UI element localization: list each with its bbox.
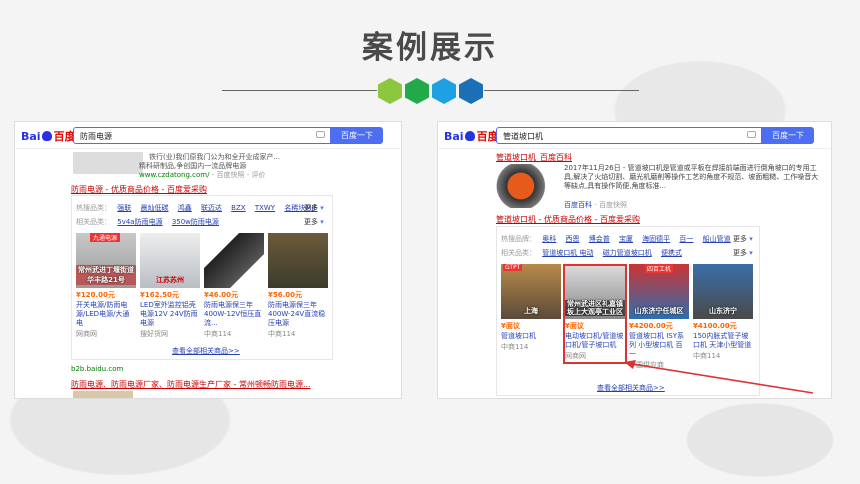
- right-screenshot-panel: Bai 百度 管道坡口机 百度一下 管道坡口机_百度百科 2017年11月26日 …: [437, 121, 832, 399]
- related-item[interactable]: 5v4a防雨电源: [117, 218, 162, 226]
- related-row: 相关品类： 管道坡口机 电动 磁力管道坡口机 便携式: [501, 249, 682, 257]
- hot-item[interactable]: 联迈达: [201, 204, 222, 212]
- product-image[interactable]: 九通电源 常州武进丁堰街道华丰路21号: [76, 233, 136, 288]
- thumbnail-image: [73, 152, 143, 174]
- baike-source[interactable]: 百度百科: [564, 201, 592, 209]
- hot-item[interactable]: 强联: [117, 204, 131, 212]
- chevron-down-icon: ▾: [749, 249, 753, 257]
- hot-item[interactable]: TXWY: [255, 204, 275, 212]
- chevron-down-icon: ▾: [320, 204, 324, 212]
- camera-icon[interactable]: [747, 131, 756, 138]
- hot-item[interactable]: 晨灿低碳: [140, 204, 168, 212]
- decoration-line-right: [484, 90, 639, 91]
- eval-link[interactable]: - 评价: [247, 171, 266, 179]
- product-card[interactable]: GTPT 上海 ¥面议 管道坡口机 中商114: [501, 264, 561, 352]
- green-hexagon-icon: [378, 78, 402, 104]
- result-title-link[interactable]: 防雨电源、防雨电源厂家、防雨电源生产厂家 - 常州顿畅防雨电源...: [71, 379, 311, 390]
- chevron-down-icon: ▾: [749, 235, 753, 243]
- search-button[interactable]: 百度一下: [331, 127, 383, 144]
- hot-item[interactable]: 船山管道: [703, 235, 731, 243]
- baidu-logo[interactable]: Bai 百度: [21, 128, 76, 144]
- baidu-logo[interactable]: Bai 百度: [444, 128, 499, 144]
- baike-snippet: 2017年11月26日 - 管道坡口机是管道或平板在焊接前端面进行倒角坡口的专用…: [564, 164, 819, 190]
- aicaigou-card: 热搜品类： 强联 晨灿低碳 鸿鑫 联迈达 BZX TXWY 名稀块MJF 更多 …: [71, 195, 333, 360]
- title-decoration: [0, 78, 860, 104]
- view-all-link[interactable]: 查看全部相关商品>>: [172, 346, 240, 356]
- result-url[interactable]: b2b.baidu.com: [71, 365, 123, 373]
- result-title-link[interactable]: 管道坡口机_百度百科: [496, 152, 572, 163]
- result-title-link[interactable]: 管道坡口机 - 优质商品价格 - 百度爱采购: [496, 214, 640, 225]
- hexagon-group: [378, 78, 483, 104]
- more-toggle[interactable]: 更多 ▾: [733, 248, 753, 258]
- hot-item[interactable]: 西恩: [565, 235, 579, 243]
- search-input[interactable]: 防雨电源: [73, 127, 331, 144]
- hot-item[interactable]: 鸿鑫: [178, 204, 192, 212]
- hot-search-row: 热搜品类： 强联 晨灿低碳 鸿鑫 联迈达 BZX TXWY 名稀块MJF: [76, 204, 318, 212]
- related-item[interactable]: 磁力管道坡口机: [603, 249, 652, 257]
- product-card[interactable]: 四百工机 山东济宁任城区 ¥4200.00元 管道坡口机 ISY系列 小型坡口机…: [629, 264, 689, 370]
- hot-item[interactable]: 博会普: [589, 235, 610, 243]
- related-item[interactable]: 管道坡口机 电动: [542, 249, 593, 257]
- product-image[interactable]: 四百工机 山东济宁任城区: [629, 264, 689, 319]
- search-input[interactable]: 管道坡口机: [496, 127, 762, 144]
- baidu-header: Bai 百度 防雨电源 百度一下: [15, 122, 401, 149]
- thumbnail-image: [496, 164, 558, 208]
- product-image[interactable]: [268, 233, 328, 288]
- highlight-box: [563, 264, 627, 364]
- search-button[interactable]: 百度一下: [762, 127, 814, 144]
- page-title: 案例展示: [362, 30, 498, 66]
- product-card[interactable]: 九通电源 常州武进丁堰街道华丰路21号 ¥120.00元 开关电源/防雨电源/L…: [76, 233, 136, 339]
- hot-item[interactable]: 宝厦: [619, 235, 633, 243]
- product-image[interactable]: 山东济宁: [693, 264, 753, 319]
- related-item[interactable]: 便携式: [661, 249, 682, 257]
- thumbnail-image: [73, 391, 133, 398]
- more-toggle[interactable]: 更多 ▾: [304, 217, 324, 227]
- product-image[interactable]: GTPT 上海: [501, 264, 561, 319]
- product-card[interactable]: 江苏苏州 ¥162.50元 LED室外监控铝壳电源12V 24V防雨电源 搜好货…: [140, 233, 200, 339]
- hot-item[interactable]: 百一: [679, 235, 693, 243]
- snapshot-link[interactable]: - 百度快照: [212, 171, 245, 179]
- result-url[interactable]: www.czdatong.com/: [139, 171, 209, 179]
- paw-icon: [464, 131, 475, 141]
- product-image[interactable]: [204, 233, 264, 288]
- darkgreen-hexagon-icon: [405, 78, 429, 104]
- arrow-icon: [624, 360, 814, 394]
- related-row: 相关品类： 5v4a防雨电源 350w防雨电源: [76, 218, 219, 226]
- baidu-header: Bai 百度 管道坡口机 百度一下: [438, 122, 831, 149]
- snapshot-link[interactable]: - 百度快照: [594, 201, 627, 209]
- more-toggle[interactable]: 更多 ▾: [733, 234, 753, 244]
- paw-icon: [41, 131, 52, 141]
- chevron-down-icon: ▾: [320, 218, 324, 226]
- more-toggle[interactable]: 更多 ▾: [304, 203, 324, 213]
- product-image[interactable]: 江苏苏州: [140, 233, 200, 288]
- hot-item[interactable]: BZX: [231, 204, 245, 212]
- result-title-link[interactable]: 防雨电源 - 优质商品价格 - 百度爱采购: [71, 184, 207, 195]
- hot-item[interactable]: 奥科: [542, 235, 556, 243]
- product-card[interactable]: ¥46.00元 防雨电源保三年400W-12V恒压直流... 中商114: [204, 233, 264, 339]
- hot-item[interactable]: 海固德平: [642, 235, 670, 243]
- related-item[interactable]: 350w防雨电源: [172, 218, 219, 226]
- decoration-line-left: [222, 90, 377, 91]
- product-card[interactable]: 山东济宁 ¥4100.00元 150内胀式管子坡口机 天津小型管道 中商114: [693, 264, 753, 361]
- blue-hexagon-icon: [459, 78, 483, 104]
- lightblue-hexagon-icon: [432, 78, 456, 104]
- left-screenshot-panel: Bai 百度 防雨电源 百度一下 铁行(业)我们原我门公为和全开业成家产... 精…: [14, 121, 402, 399]
- camera-icon[interactable]: [316, 131, 325, 138]
- hot-brand-row: 热搜品牌： 奥科 西恩 博会普 宝厦 海固德平 百一 船山管道: [501, 235, 731, 243]
- product-card[interactable]: ¥56.00元 防雨电源保三年400W-24V直流稳压电源 中商114: [268, 233, 328, 339]
